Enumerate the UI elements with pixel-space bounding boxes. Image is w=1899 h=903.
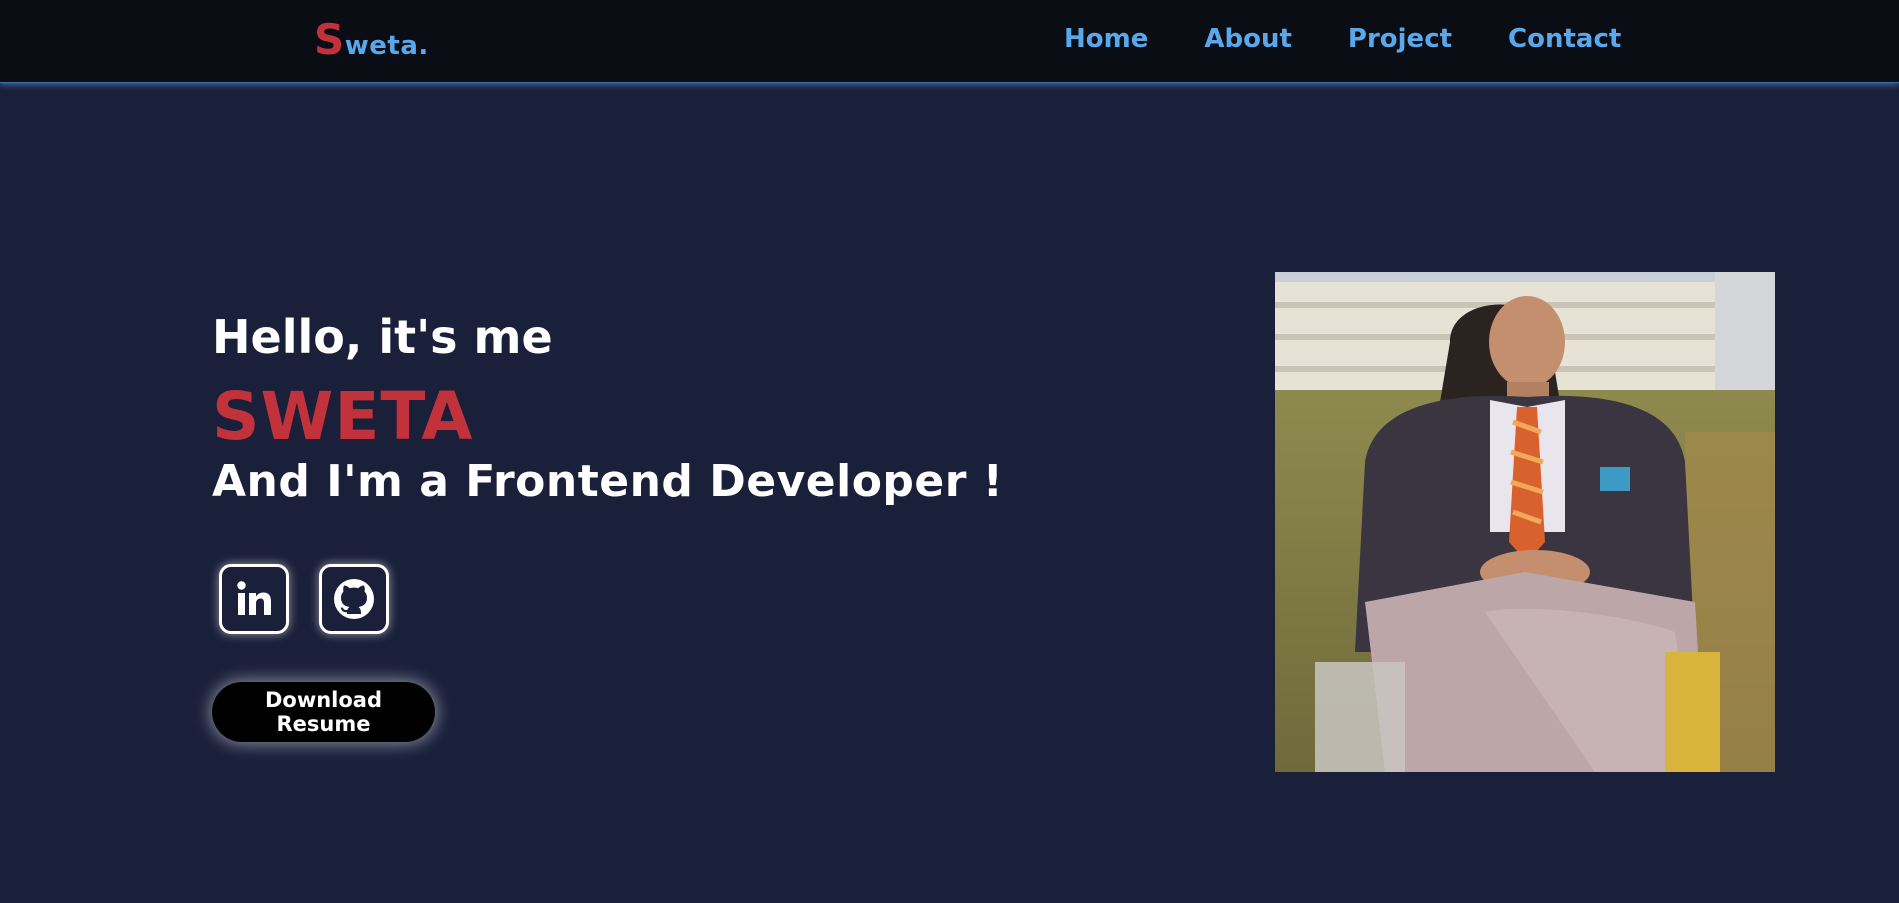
nav-link-about[interactable]: About	[1204, 24, 1292, 54]
github-button[interactable]	[319, 564, 389, 634]
hero-greeting: Hello, it's me	[212, 310, 553, 364]
profile-photo	[1275, 272, 1775, 772]
download-resume-button[interactable]: Download Resume	[212, 682, 435, 742]
linkedin-icon	[237, 581, 271, 615]
hero-name: SWETA	[212, 378, 474, 455]
hero-tagline: And I'm a Frontend Developer !	[212, 456, 1004, 507]
linkedin-button[interactable]	[219, 564, 289, 634]
navbar: Sweta. Home About Project Contact	[0, 0, 1899, 83]
nav-link-project[interactable]: Project	[1348, 24, 1452, 54]
nav-link-contact[interactable]: Contact	[1508, 24, 1621, 54]
brand-logo[interactable]: Sweta.	[314, 18, 429, 62]
github-icon	[334, 579, 374, 619]
brand-logo-rest: weta.	[344, 31, 429, 61]
nav-link-home[interactable]: Home	[1064, 24, 1148, 54]
hero-section: Hello, it's me SWETA And I'm a Frontend …	[0, 84, 1899, 903]
brand-logo-first-letter: S	[314, 15, 345, 64]
nav-links: Home About Project Contact	[1064, 24, 1621, 54]
